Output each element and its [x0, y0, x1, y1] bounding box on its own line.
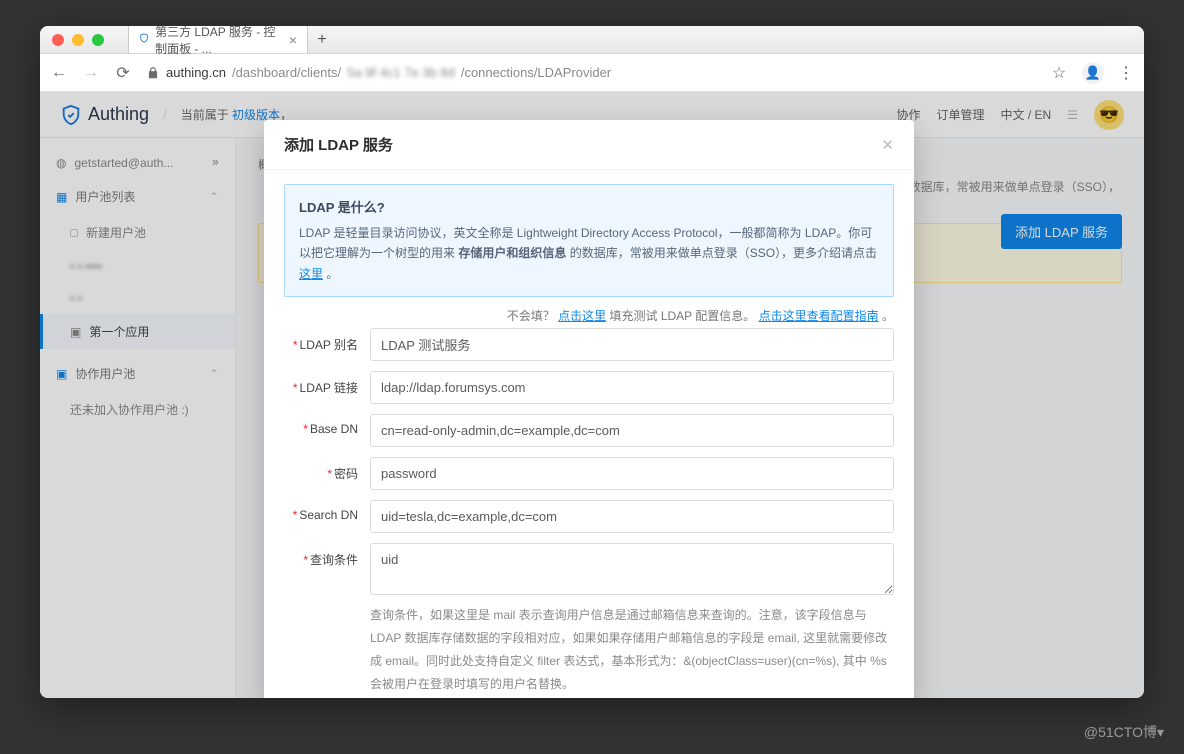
- minimize-window-button[interactable]: [72, 34, 84, 46]
- modal-header: 添加 LDAP 服务 ✕: [264, 120, 914, 170]
- browser-window: 第三方 LDAP 服务 - 控制面板 - ... × + ← → ⟳ authi…: [40, 26, 1144, 698]
- input-basedn[interactable]: [370, 414, 894, 447]
- input-password[interactable]: [370, 457, 894, 490]
- label-url: LDAP 链接: [300, 381, 358, 395]
- shield-icon: [139, 33, 149, 47]
- profile-avatar-icon[interactable]: 👤: [1082, 62, 1104, 84]
- url-path: /dashboard/clients/: [232, 65, 341, 80]
- label-query: 查询条件: [310, 553, 358, 567]
- fill-test-link[interactable]: 点击这里: [558, 309, 606, 323]
- close-icon[interactable]: ✕: [881, 136, 894, 154]
- label-searchdn: Search DN: [299, 508, 358, 522]
- tip-title: LDAP 是什么?: [299, 197, 879, 219]
- query-hint: 查询条件，如果这里是 mail 表示查询用户信息是通过邮箱信息来查询的。注意，该…: [370, 604, 894, 695]
- close-tab-icon[interactable]: ×: [289, 32, 297, 48]
- field-searchdn: *Search DN: [284, 500, 894, 533]
- url-tail: /connections/LDAProvider: [461, 65, 611, 80]
- url-host: authing.cn: [166, 65, 226, 80]
- star-icon[interactable]: ☆: [1050, 63, 1068, 83]
- config-guide-link[interactable]: 点击这里查看配置指南: [759, 309, 879, 323]
- input-searchdn[interactable]: [370, 500, 894, 533]
- field-password: *密码: [284, 457, 894, 490]
- input-alias[interactable]: [370, 328, 894, 361]
- reload-icon[interactable]: ⟳: [114, 63, 132, 83]
- url-obscured: 5a 9f 4c1 7e 3b 8d: [347, 65, 455, 80]
- address-bar[interactable]: authing.cn/dashboard/clients/ 5a 9f 4c1 …: [146, 65, 1036, 80]
- forward-icon[interactable]: →: [82, 64, 100, 82]
- helper-row: 不会填？ 点击这里 填充测试 LDAP 配置信息。 点击这里查看配置指南 。: [284, 307, 894, 324]
- lock-icon: [146, 66, 160, 80]
- modal-body: LDAP 是什么? LDAP 是轻量目录访问协议，英文全称是 Lightweig…: [264, 170, 914, 698]
- field-url: *LDAP 链接: [284, 371, 894, 404]
- browser-tab[interactable]: 第三方 LDAP 服务 - 控制面板 - ... ×: [128, 26, 308, 53]
- tab-title: 第三方 LDAP 服务 - 控制面板 - ...: [155, 26, 283, 57]
- info-tip: LDAP 是什么? LDAP 是轻量目录访问协议，英文全称是 Lightweig…: [284, 184, 894, 297]
- add-ldap-modal: 添加 LDAP 服务 ✕ LDAP 是什么? LDAP 是轻量目录访问协议，英文…: [264, 120, 914, 698]
- input-url[interactable]: [370, 371, 894, 404]
- label-alias: LDAP 别名: [300, 338, 358, 352]
- input-query[interactable]: uid: [370, 543, 894, 595]
- maximize-window-button[interactable]: [92, 34, 104, 46]
- browser-toolbar: ← → ⟳ authing.cn/dashboard/clients/ 5a 9…: [40, 54, 1144, 92]
- modal-title: 添加 LDAP 服务: [284, 134, 393, 155]
- label-basedn: Base DN: [310, 422, 358, 436]
- kebab-menu-icon[interactable]: ⋮: [1118, 63, 1134, 83]
- window-titlebar: 第三方 LDAP 服务 - 控制面板 - ... × +: [40, 26, 1144, 54]
- watermark: @51CTO博▾: [1084, 722, 1164, 742]
- label-password: 密码: [334, 467, 358, 481]
- field-query: *查询条件 uid 查询条件，如果这里是 mail 表示查询用户信息是通过邮箱信…: [284, 543, 894, 695]
- new-tab-button[interactable]: +: [308, 31, 336, 49]
- back-icon[interactable]: ←: [50, 64, 68, 82]
- field-alias: *LDAP 别名: [284, 328, 894, 361]
- close-window-button[interactable]: [52, 34, 64, 46]
- tip-link[interactable]: 这里: [299, 267, 323, 281]
- field-basedn: *Base DN: [284, 414, 894, 447]
- window-controls: [52, 34, 104, 46]
